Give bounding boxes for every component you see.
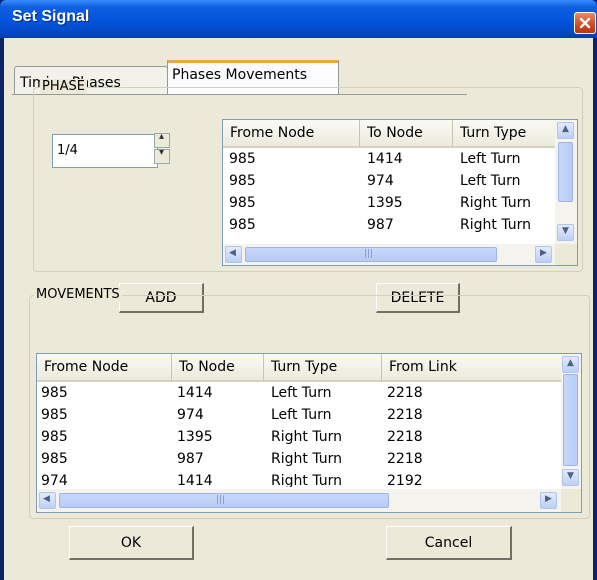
scroll-up-icon: ▲ [562,124,569,134]
window-title: Set Signal [12,8,90,25]
cell-from-link: 2218 [387,451,423,467]
scroll-left-button[interactable]: ◀ [39,492,56,509]
movements-list-vertical-scrollbar[interactable]: ▲ ▼ [561,354,581,489]
title-bar[interactable]: Set Signal [0,0,597,38]
column-header-from-node[interactable]: Frome Node [37,354,172,380]
phase-spin-value: 1/4 [57,143,78,158]
cell-turn-type: Left Turn [271,385,332,401]
scroll-thumb[interactable] [558,142,573,202]
scroll-thumb[interactable]: ||| [59,493,389,508]
cell-to-node: 1395 [367,195,403,211]
cell-from-node: 985 [229,195,256,211]
scroll-left-icon: ◀ [229,248,236,258]
dialog-client-area: Timing Phases Phases Movements PHASE 1/4… [4,38,593,580]
spin-up-button[interactable]: ▴ [154,131,170,148]
cell-to-node: 1395 [177,429,213,445]
scroll-corner [561,489,581,512]
table-row[interactable]: 985 1395 Right Turn 2218 [37,429,563,451]
cell-turn-type: Right Turn [271,451,342,467]
cell-turn-type: Right Turn [271,473,342,487]
cell-from-node: 985 [41,451,68,467]
scroll-down-icon: ▼ [567,471,574,481]
phase-list-horizontal-scrollbar[interactable]: ◀ ||| ▶ [223,244,555,265]
set-signal-dialog: Set Signal Timing Phases Phases Movement… [0,0,597,580]
scroll-up-button[interactable]: ▲ [557,122,574,139]
cell-from-node: 985 [229,173,256,189]
cell-to-node: 987 [367,217,394,233]
scroll-grip-icon: ||| [364,249,374,259]
cell-from-link: 2218 [387,429,423,445]
column-header-turn-type[interactable]: Turn Type [453,120,558,146]
table-row[interactable]: 985 1395 Right Turn [223,195,555,217]
phase-list[interactable]: Frome Node To Node Turn Type 985 1414 Le… [222,119,578,266]
table-row[interactable]: 974 1414 Right Turn 2192 [37,473,563,487]
column-header-to-node[interactable]: To Node [360,120,453,146]
cell-to-node: 1414 [177,473,213,487]
table-row[interactable]: 985 974 Left Turn 2218 [37,407,563,429]
cell-turn-type: Right Turn [460,195,531,211]
cell-turn-type: Right Turn [460,217,531,233]
table-row[interactable]: 985 987 Right Turn [223,217,555,239]
scroll-up-icon: ▲ [567,358,574,368]
cell-turn-type: Left Turn [460,173,521,189]
phase-group-label: PHASE [40,79,87,94]
ok-button[interactable]: OK [69,526,194,560]
scroll-down-icon: ▼ [562,226,569,236]
column-header-turn-type[interactable]: Turn Type [264,354,382,380]
cancel-button[interactable]: Cancel [386,526,512,560]
phase-list-vertical-scrollbar[interactable]: ▲ ▼ [555,120,577,244]
cell-from-node: 985 [229,217,256,233]
scroll-left-button[interactable]: ◀ [225,246,242,263]
movements-group-label: MOVEMENTS [34,287,122,302]
cell-from-link: 2192 [387,473,423,487]
scroll-up-button[interactable]: ▲ [562,356,579,373]
table-row[interactable]: 985 1414 Left Turn [223,151,555,173]
close-button[interactable] [574,12,596,34]
scroll-grip-icon: ||| [216,495,226,505]
scroll-right-icon: ▶ [545,494,552,504]
movements-list-header: Frome Node To Node Turn Type From Link [37,354,563,382]
cell-turn-type: Left Turn [271,407,332,423]
cell-from-link: 2218 [387,407,423,423]
cell-from-node: 985 [41,407,68,423]
cell-from-node: 985 [229,151,256,167]
scroll-right-button[interactable]: ▶ [540,492,557,509]
phase-spin-input[interactable]: 1/4 [52,134,158,168]
scroll-right-button[interactable]: ▶ [535,246,552,263]
cell-to-node: 987 [177,451,204,467]
scroll-down-button[interactable]: ▼ [562,469,579,486]
spin-up-icon: ▴ [159,131,165,142]
spin-down-button[interactable]: ▾ [154,147,170,164]
scroll-left-icon: ◀ [43,494,50,504]
scroll-thumb[interactable] [563,374,578,466]
cell-to-node: 1414 [177,385,213,401]
cell-to-node: 974 [177,407,204,423]
cell-from-link: 2218 [387,385,423,401]
cell-turn-type: Right Turn [271,429,342,445]
column-header-from-node[interactable]: Frome Node [223,120,360,146]
cell-to-node: 1414 [367,151,403,167]
close-icon [579,17,591,29]
column-header-to-node[interactable]: To Node [172,354,264,380]
table-row[interactable]: 985 1414 Left Turn 2218 [37,385,563,407]
cell-turn-type: Left Turn [460,151,521,167]
movements-list[interactable]: Frome Node To Node Turn Type From Link 9… [36,353,582,513]
cell-from-node: 985 [41,385,68,401]
tab-label: Phases Movements [172,67,307,83]
scroll-thumb[interactable]: ||| [245,247,497,262]
movements-list-horizontal-scrollbar[interactable]: ◀ ||| ▶ [37,489,561,512]
spin-down-icon: ▾ [159,147,165,158]
phase-list-header: Frome Node To Node Turn Type [223,120,558,148]
scroll-corner [555,244,577,265]
cell-from-node: 974 [41,473,68,487]
cell-to-node: 974 [367,173,394,189]
scroll-down-button[interactable]: ▼ [557,224,574,241]
table-row[interactable]: 985 987 Right Turn 2218 [37,451,563,473]
table-row[interactable]: 985 974 Left Turn [223,173,555,195]
cell-from-node: 985 [41,429,68,445]
column-header-from-link[interactable]: From Link [382,354,563,380]
scroll-right-icon: ▶ [540,248,547,258]
